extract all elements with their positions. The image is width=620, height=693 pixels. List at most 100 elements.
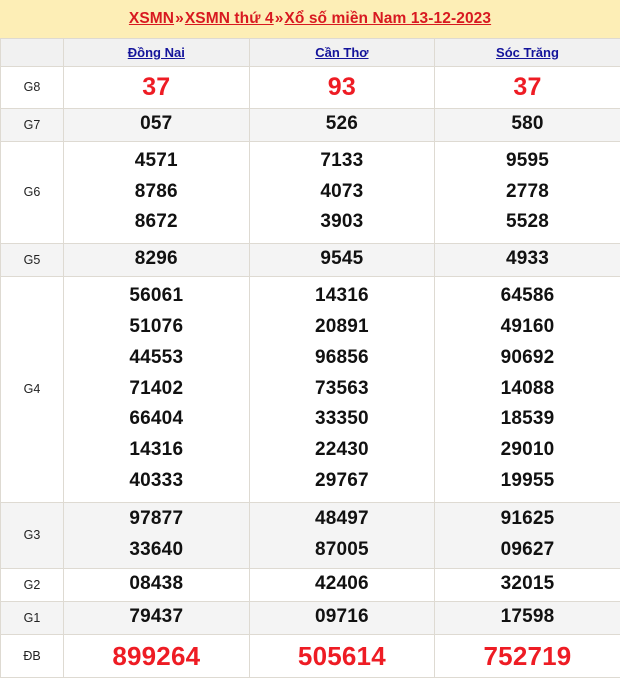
- prize-number: 8786: [134, 180, 178, 202]
- prize-number: 51076: [129, 316, 184, 338]
- province-link-soc-trang[interactable]: Sóc Trăng: [496, 45, 559, 60]
- prize-number: 899264: [112, 640, 201, 671]
- prize-number: 97877: [129, 508, 184, 530]
- header-province-soc-trang[interactable]: Sóc Trăng: [434, 38, 620, 67]
- prize-number: 4933: [505, 248, 550, 270]
- prize-number: 48497: [314, 508, 369, 530]
- table-row-g3: G3 97877 33640 48497 87005 91625 09627: [0, 501, 620, 569]
- prize-number: 752719: [483, 640, 572, 671]
- prize-number: 14088: [500, 377, 555, 399]
- prize-values-g5-soc-trang: 4933: [434, 242, 620, 277]
- breadcrumb-link-xsmn[interactable]: XSMN: [129, 10, 174, 27]
- prize-values-g2-can-tho: 42406: [248, 567, 436, 602]
- prize-number: 22430: [314, 439, 369, 461]
- prize-number: 09716: [314, 606, 369, 628]
- prize-values-g5-can-tho: 9545: [248, 242, 436, 277]
- breadcrumb-separator-2: »: [274, 10, 284, 27]
- prize-number: 32015: [500, 573, 555, 595]
- header-province-dong-nai[interactable]: Đồng Nai: [63, 38, 250, 67]
- prize-values-db-soc-trang: 752719: [434, 633, 620, 678]
- breadcrumb-link-xsmn-thu-4[interactable]: XSMN thứ 4: [185, 10, 274, 27]
- table-row-g7: G7 057 526 580: [0, 107, 620, 142]
- prize-number: 057: [140, 113, 173, 135]
- prize-number: 7133: [320, 149, 364, 171]
- prize-values-g4-can-tho: 14316 20891 96856 73563 33350 22430 2976…: [248, 275, 436, 503]
- prize-number: 49160: [500, 316, 555, 338]
- prize-number: 71402: [129, 377, 184, 399]
- prize-number: 29010: [500, 439, 555, 461]
- province-link-can-tho[interactable]: Cần Thơ: [315, 45, 368, 60]
- prize-number: 40333: [129, 469, 184, 491]
- prize-number: 08438: [129, 573, 184, 595]
- breadcrumb-separator-1: »: [175, 10, 184, 27]
- prize-values-g4-soc-trang: 64586 49160 90692 14088 18539 29010 1995…: [434, 275, 620, 503]
- table-row-g4: G4 56061 51076 44553 71402 66404 14316 4…: [0, 275, 620, 503]
- table-row-g2: G2 08438 42406 32015: [0, 567, 620, 602]
- prize-values-g3-dong-nai: 97877 33640: [63, 501, 250, 569]
- prize-label-g2: G2: [0, 567, 64, 602]
- prize-number: 526: [325, 113, 359, 135]
- prize-number: 56061: [129, 285, 184, 307]
- prize-values-g1-soc-trang: 17598: [434, 600, 620, 635]
- province-link-dong-nai[interactable]: Đồng Nai: [128, 45, 185, 60]
- prize-number: 8672: [134, 211, 178, 233]
- prize-number: 93: [327, 73, 356, 101]
- prize-number: 87005: [314, 539, 369, 560]
- breadcrumb-link-current-page[interactable]: Xổ số miền Nam 13-12-2023: [284, 10, 491, 27]
- page-title-band: XSMN»XSMN thứ 4»Xổ số miền Nam 13-12-202…: [0, 0, 620, 38]
- prize-number: 79437: [129, 606, 184, 628]
- table-row-g5: G5 8296 9545 4933: [0, 242, 620, 277]
- prize-number: 91625: [500, 508, 555, 530]
- prize-values-g1-dong-nai: 79437: [63, 600, 250, 635]
- prize-values-g3-soc-trang: 91625 09627: [434, 501, 620, 569]
- prize-values-g8-can-tho: 93: [248, 66, 436, 109]
- prize-number: 9545: [320, 248, 364, 270]
- prize-values-g7-soc-trang: 580: [434, 107, 620, 142]
- prize-number: 42406: [314, 573, 369, 595]
- prize-number: 8296: [134, 248, 178, 270]
- prize-number: 505614: [297, 640, 386, 671]
- prize-label-g1: G1: [0, 600, 64, 635]
- prize-number: 9595: [505, 149, 550, 171]
- prize-number: 33350: [314, 408, 369, 430]
- prize-values-g2-soc-trang: 32015: [434, 567, 620, 602]
- prize-label-g7: G7: [0, 107, 64, 142]
- prize-values-g3-can-tho: 48497 87005: [248, 501, 436, 569]
- breadcrumb: XSMN»XSMN thứ 4»Xổ số miền Nam 13-12-202…: [129, 10, 491, 28]
- prize-number: 96856: [314, 346, 369, 368]
- prize-values-g2-dong-nai: 08438: [63, 567, 250, 602]
- prize-number: 4571: [134, 149, 178, 171]
- table-row-db: ĐB 899264 505614 752719: [0, 633, 620, 678]
- prize-number: 20891: [314, 316, 369, 338]
- prize-number: 73563: [314, 377, 369, 399]
- prize-values-g6-dong-nai: 4571 8786 8672: [63, 140, 250, 244]
- prize-label-g4: G4: [0, 275, 64, 503]
- prize-label-g6: G6: [0, 140, 64, 244]
- prize-values-g7-can-tho: 526: [248, 107, 436, 142]
- prize-number: 5528: [505, 211, 550, 233]
- prize-number: 44553: [129, 346, 184, 368]
- header-province-can-tho[interactable]: Cần Thơ: [248, 38, 436, 67]
- lottery-results-table: Đồng Nai Cần Thơ Sóc Trăng G8 37 93 37 G…: [0, 38, 620, 678]
- prize-number: 580: [511, 113, 544, 135]
- table-body: G8 37 93 37 G7 057 526 580 G6 4571 8786 …: [0, 66, 620, 678]
- prize-values-g1-can-tho: 09716: [248, 600, 436, 635]
- prize-number: 2778: [505, 180, 550, 202]
- prize-values-g4-dong-nai: 56061 51076 44553 71402 66404 14316 4033…: [63, 275, 250, 503]
- prize-values-g8-dong-nai: 37: [63, 66, 250, 109]
- table-header-row: Đồng Nai Cần Thơ Sóc Trăng: [0, 38, 620, 67]
- prize-number: 29767: [314, 469, 369, 491]
- prize-number: 14316: [129, 439, 184, 461]
- prize-values-g5-dong-nai: 8296: [63, 242, 250, 277]
- prize-number: 4073: [320, 180, 364, 202]
- prize-label-g5: G5: [0, 242, 64, 277]
- prize-values-g6-soc-trang: 9595 2778 5528: [434, 140, 620, 244]
- prize-values-db-dong-nai: 899264: [63, 633, 250, 678]
- prize-number: 17598: [500, 606, 555, 628]
- prize-values-g7-dong-nai: 057: [63, 107, 250, 142]
- prize-label-g8: G8: [0, 66, 64, 109]
- prize-values-g6-can-tho: 7133 4073 3903: [248, 140, 436, 244]
- prize-label-db: ĐB: [0, 633, 64, 678]
- prize-number: 09627: [500, 539, 555, 560]
- prize-label-g3: G3: [0, 501, 64, 569]
